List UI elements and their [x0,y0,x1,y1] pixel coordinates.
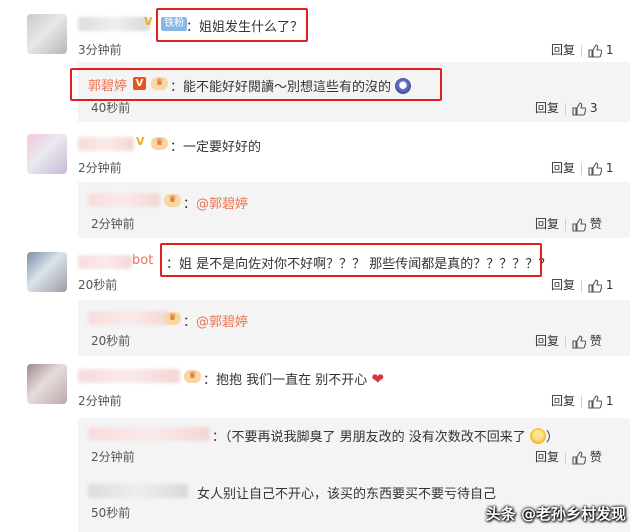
divider [581,44,583,57]
timestamp: 20秒前 [78,278,118,292]
reply-button[interactable]: 回复 [535,101,559,115]
comment-actions: 回复 3 [535,99,597,116]
like-count: 3 [589,101,598,115]
comment-3: V ♛ ：一定要好好的 2分钟前 回复 1 ♛ ：@郭碧婷 2分钟前 回复 赞 [0,124,640,242]
username-blurred[interactable] [78,255,132,269]
reply-button[interactable]: 回复 [551,394,575,408]
avatar[interactable] [27,364,67,404]
username-blurred[interactable] [88,427,210,441]
timestamp: 50秒前 [91,506,131,520]
like-label: 赞 [589,334,602,348]
reply-text: ：@郭碧婷 [183,315,249,330]
username-blurred[interactable] [88,484,188,498]
reply-actions: 回复 赞 [535,332,602,349]
reply-button[interactable]: 回复 [535,450,559,464]
divider [581,395,583,408]
thumbs-up-icon [588,278,603,293]
fan-level-icon: ♛ [164,312,181,325]
thumbs-up-icon [588,394,603,409]
reply-text: ：（不要再说我脚臭了 男朋友改的 没有次数改不回来了 ） [212,428,559,445]
fan-level-icon: ♛ [184,370,201,383]
reply-button[interactable]: 回复 [551,43,575,57]
thumbs-up-icon [588,161,603,176]
divider [565,218,567,231]
thumbs-up-icon [572,101,587,116]
like-button[interactable]: 1 [588,278,614,293]
like-count: 1 [605,394,614,408]
reply-actions: 回复 赞 [535,215,602,232]
timestamp: 2分钟前 [91,450,135,464]
comment-actions: 回复 1 [551,392,613,409]
watermark: 头条 @老孙乡村发现 [485,505,626,523]
thumbs-up-icon [588,43,603,58]
mention-link[interactable]: @郭碧婷 [196,197,248,212]
comment-text: ：抱抱 我们一直在 别不开心 ❤ [203,370,384,388]
timestamp: 20秒前 [91,334,131,348]
reply-actions: 回复 赞 [535,448,602,465]
divider [565,451,567,464]
comment-4: bot ：姐 是不是向佐对你不好啊？？？ 那些传闻都是真的？？？？？？ 20秒前… [0,242,640,360]
username-blurred[interactable] [78,17,150,31]
mention-link[interactable]: @郭碧婷 [196,315,248,330]
timestamp: 2分钟前 [78,394,122,408]
like-button[interactable]: 1 [588,394,614,409]
heart-emoji-icon: ❤ [371,370,384,388]
username-blurred[interactable] [78,137,134,151]
timestamp: 3分钟前 [78,43,122,57]
comment-actions: 回复 1 [551,159,613,176]
like-count: 1 [605,161,614,175]
username-blurred[interactable] [88,311,170,325]
thumbs-up-icon [572,217,587,232]
timestamp: 40秒前 [91,101,131,115]
divider [565,102,567,115]
like-button[interactable]: 3 [572,101,598,116]
avatar[interactable] [27,252,67,292]
timestamp: 2分钟前 [91,217,135,231]
thumbs-up-icon [572,334,587,349]
comment-actions: 回复 1 [551,41,613,58]
divider [581,162,583,175]
like-button[interactable]: 赞 [572,450,602,465]
reply-text: 女人别让自己不开心，该买的东西要买不要亏待自己 [197,487,497,502]
like-count: 1 [605,278,614,292]
crying-emoji-icon [529,428,546,444]
fan-level-icon: ♛ [164,194,181,207]
comment-2: 郭碧婷 V ♛ ：能不能好好閱讀～別想這些有的沒的 40秒前 回复 3 [0,60,640,124]
verified-v-icon: V [136,135,145,148]
like-label: 赞 [589,217,602,231]
like-count: 1 [605,43,614,57]
avatar[interactable] [27,14,67,54]
thumbs-up-icon [572,450,587,465]
like-button[interactable]: 赞 [572,334,602,349]
highlight-box [160,243,542,277]
highlight-box [156,8,308,42]
username-suffix[interactable]: bot [132,253,153,268]
reply-button[interactable]: 回复 [535,217,559,231]
username-blurred[interactable] [78,369,180,383]
fan-level-icon: ♛ [151,137,168,150]
username-blurred[interactable] [88,193,160,207]
like-button[interactable]: 赞 [572,217,602,232]
reply-button[interactable]: 回复 [551,278,575,292]
reply-text: ：@郭碧婷 [183,197,249,212]
reply-button[interactable]: 回复 [535,334,559,348]
divider [581,279,583,292]
verified-v-icon: V [144,15,153,28]
comment-1: V 铁粉 ：姐姐发生什么了？ 3分钟前 回复 1 [0,0,640,60]
comment-text: ：一定要好好的 [170,140,262,155]
like-button[interactable]: 1 [588,161,614,176]
reply-button[interactable]: 回复 [551,161,575,175]
timestamp: 2分钟前 [78,161,122,175]
avatar[interactable] [27,134,67,174]
divider [565,335,567,348]
like-button[interactable]: 1 [588,43,614,58]
highlight-box [70,68,442,101]
comment-actions: 回复 1 [551,276,613,293]
like-label: 赞 [589,450,602,464]
